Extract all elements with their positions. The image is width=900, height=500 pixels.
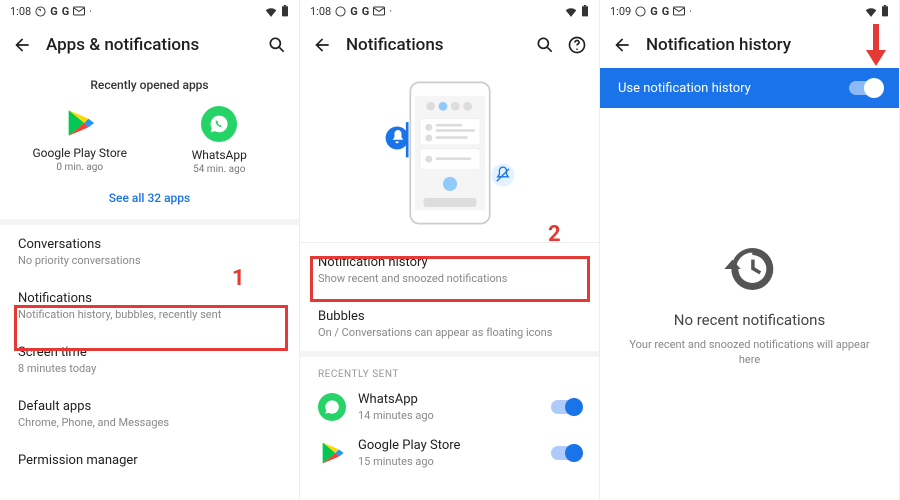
whatsapp-status-icon [35,6,46,17]
item-title: Default apps [18,399,281,414]
item-sub: On / Conversations can appear as floatin… [318,326,581,339]
sent-sub: 15 minutes ago [358,455,539,468]
header: Notification history [600,22,899,68]
sent-item-play-store[interactable]: Google Play Store 15 minutes ago [300,430,599,476]
panel-notifications: 1:08 G G · Notifications [300,0,600,500]
battery-icon [281,5,289,17]
item-sub: 8 minutes today [18,362,281,375]
page-title: Apps & notifications [46,35,253,55]
item-title: Notifications [18,291,281,306]
empty-sub: Your recent and snoozed notifications wi… [628,337,871,368]
history-icon [722,241,778,297]
whatsapp-icon [318,393,346,421]
status-time: 1:09 [610,5,631,18]
toggle-history[interactable] [849,81,881,95]
play-store-icon [318,439,346,467]
sent-title: WhatsApp [358,392,539,407]
toggle-label: Use notification history [618,81,751,96]
g-icon-2: G [362,5,370,18]
whatsapp-status-icon [635,6,646,17]
g-icon-1: G [650,5,658,18]
item-permission-manager[interactable]: Permission manager [0,441,299,480]
dot-icon: · [389,5,392,18]
item-screen-time[interactable]: Screen time 8 minutes today [0,333,299,387]
item-sub: Chrome, Phone, and Messages [18,416,281,429]
item-sub: Show recent and snoozed notifications [318,272,581,285]
item-title: Screen time [18,345,281,360]
battery-icon [581,5,589,17]
item-title: Conversations [18,237,281,252]
status-time: 1:08 [10,5,31,18]
mail-status-icon [673,6,685,16]
app-sub: 54 min. ago [193,164,245,175]
back-icon[interactable] [312,35,332,55]
g-icon-2: G [62,5,70,18]
see-all-apps-link[interactable]: See all 32 apps [0,179,299,219]
header: Apps & notifications [0,22,299,68]
page-title: Notification history [646,35,887,55]
recent-app-play-store[interactable]: Google Play Store 0 min. ago [20,106,140,175]
recent-app-whatsapp[interactable]: WhatsApp 54 min. ago [159,106,279,175]
sent-item-whatsapp[interactable]: WhatsApp 14 minutes ago [300,384,599,430]
toggle-whatsapp[interactable] [551,400,581,414]
recently-sent-label: RECENTLY SENT [300,357,599,384]
mail-status-icon [73,6,85,16]
empty-state: No recent notifications Your recent and … [600,108,899,500]
item-notifications[interactable]: Notifications Notification history, bubb… [0,279,299,333]
page-title: Notifications [346,35,521,55]
search-icon[interactable] [535,35,555,55]
item-sub: Notification history, bubbles, recently … [18,308,281,321]
status-bar: 1:09 G G · [600,0,899,22]
battery-icon [881,5,889,17]
item-title: Bubbles [318,309,581,324]
app-name: WhatsApp [192,148,247,162]
item-bubbles[interactable]: Bubbles On / Conversations can appear as… [300,297,599,351]
search-icon[interactable] [267,35,287,55]
help-icon[interactable] [567,35,587,55]
recent-apps-row: Google Play Store 0 min. ago WhatsApp 54… [0,92,299,179]
g-icon-1: G [350,5,358,18]
item-notification-history[interactable]: Notification history Show recent and sno… [300,243,599,297]
wifi-icon [264,5,278,17]
whatsapp-icon [201,106,237,142]
item-conversations[interactable]: Conversations No priority conversations [0,225,299,279]
sent-title: Google Play Store [358,438,539,453]
header: Notifications [300,22,599,68]
item-title: Notification history [318,255,581,270]
panel-notification-history: 1:09 G G · Notification history Use noti… [600,0,900,500]
empty-title: No recent notifications [674,311,825,329]
g-icon-2: G [662,5,670,18]
status-time: 1:08 [310,5,331,18]
recently-opened-label: Recently opened apps [0,78,299,92]
dot-icon: · [89,5,92,18]
status-bar: 1:08 G G · [0,0,299,22]
g-icon-1: G [50,5,58,18]
item-default-apps[interactable]: Default apps Chrome, Phone, and Messages [0,387,299,441]
mail-status-icon [373,6,385,16]
play-store-icon [63,106,97,140]
wifi-icon [864,5,878,17]
wifi-icon [564,5,578,17]
dot-icon: · [689,5,692,18]
status-bar: 1:08 G G · [300,0,599,22]
sent-sub: 14 minutes ago [358,409,539,422]
back-icon[interactable] [12,35,32,55]
item-title: Permission manager [18,453,281,468]
whatsapp-status-icon [335,6,346,17]
use-notification-history-bar[interactable]: Use notification history [600,68,899,108]
app-name: Google Play Store [32,146,127,160]
app-sub: 0 min. ago [56,162,103,173]
panel-apps-notifications: 1:08 G G · Apps & notifications Recently… [0,0,300,500]
notifications-illustration [300,68,599,242]
back-icon[interactable] [612,35,632,55]
toggle-play-store[interactable] [551,446,581,460]
item-sub: No priority conversations [18,254,281,267]
